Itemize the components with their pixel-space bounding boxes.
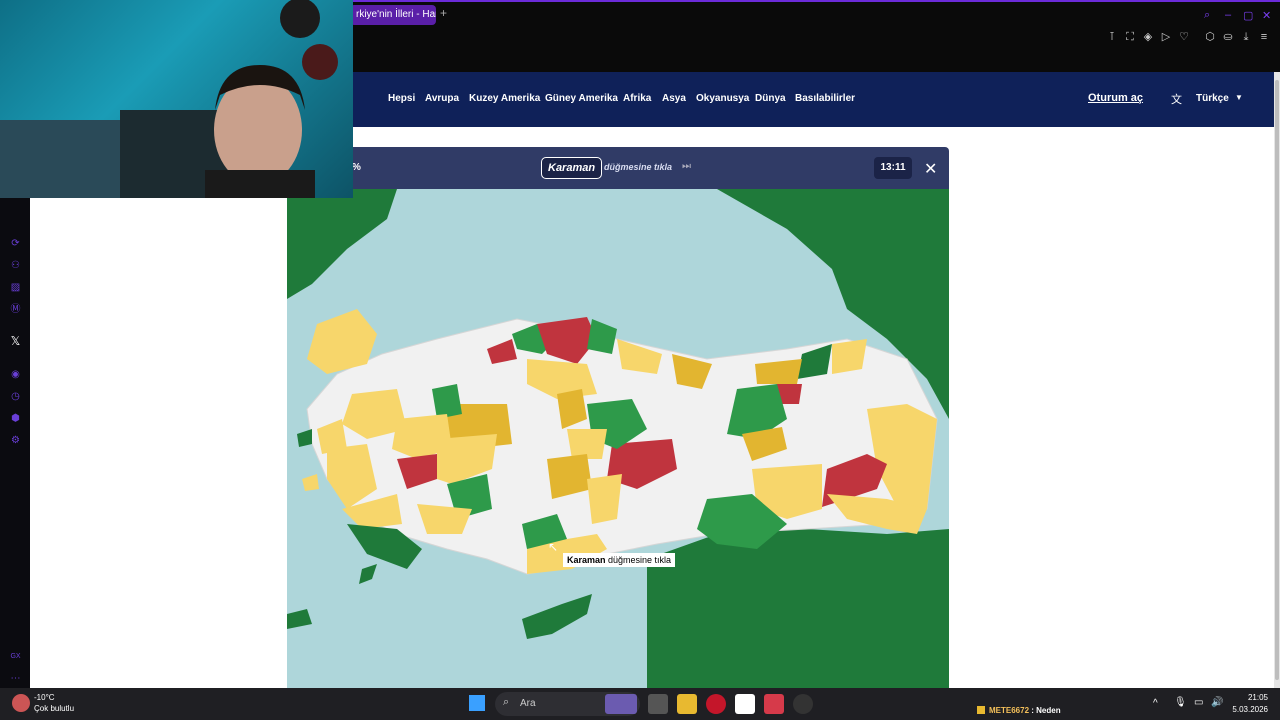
download-icon[interactable]: ⤓ bbox=[1240, 31, 1252, 43]
nav-item-europe[interactable]: Avrupa bbox=[425, 93, 459, 104]
sidebar-tiles-icon[interactable]: ▨ bbox=[9, 281, 22, 294]
nav-item-printables[interactable]: Basılabilirler bbox=[795, 93, 855, 104]
store-icon[interactable] bbox=[735, 694, 755, 714]
maximize-icon[interactable]: ▢ bbox=[1243, 9, 1253, 22]
cursor-icon: ↖ bbox=[548, 540, 559, 554]
minimize-icon[interactable]: – bbox=[1225, 9, 1231, 21]
chevron-down-icon[interactable]: ▼ bbox=[1235, 93, 1243, 102]
webcam-overlay bbox=[0, 0, 353, 198]
taskbar bbox=[0, 688, 1280, 720]
weather-temp[interactable]: -10°C bbox=[34, 693, 55, 702]
tooltip-text: düğmesine tıkla bbox=[605, 555, 672, 565]
weather-icon[interactable] bbox=[12, 694, 30, 712]
nav-item-africa[interactable]: Afrika bbox=[623, 93, 651, 104]
pin-icon[interactable]: ⊺ bbox=[1106, 31, 1118, 43]
notification-text: Neden bbox=[1036, 706, 1061, 715]
province-yellow-8 bbox=[587, 474, 622, 524]
translate-icon[interactable]: 文 bbox=[1171, 91, 1182, 107]
land-syria-iraq bbox=[647, 529, 949, 688]
play-icon[interactable]: ▷ bbox=[1160, 31, 1172, 43]
search-highlight-icon[interactable] bbox=[605, 694, 637, 714]
shirt bbox=[205, 170, 315, 198]
target-province: Karaman bbox=[541, 157, 603, 179]
extensions-icon[interactable]: ⬡ bbox=[1204, 31, 1216, 43]
webcam-scene bbox=[0, 0, 338, 198]
taskbar-date[interactable]: 5.03.2026 bbox=[1232, 705, 1268, 714]
nav-item-world[interactable]: Dünya bbox=[755, 93, 786, 104]
shield-icon[interactable]: ◈ bbox=[1142, 31, 1154, 43]
taskbar-search-label: Ara bbox=[520, 698, 536, 709]
start-icon[interactable] bbox=[469, 695, 485, 711]
opera-gx-icon[interactable] bbox=[706, 694, 726, 714]
weather-condition[interactable]: Çok bulutlu bbox=[34, 704, 74, 713]
nav-item-south-america[interactable]: Güney Amerika bbox=[545, 93, 618, 104]
taskbar-time[interactable]: 21:05 bbox=[1232, 693, 1268, 702]
sidebar-settings-icon[interactable]: ⚙ bbox=[9, 434, 22, 447]
app-red-icon[interactable] bbox=[764, 694, 784, 714]
nav-item-north-america[interactable]: Kuzey Amerika bbox=[469, 93, 540, 104]
province-yellow-2 bbox=[832, 339, 867, 374]
browser-accent-line bbox=[350, 0, 1280, 2]
sidebar-cube-icon[interactable]: ⬢ bbox=[9, 412, 22, 425]
map-tooltip: Karaman düğmesine tıkla bbox=[563, 553, 676, 567]
snapshot-icon[interactable]: ⛶ bbox=[1124, 31, 1136, 43]
heart-icon[interactable]: ♡ bbox=[1178, 31, 1190, 43]
quiz-prompt: düğmesine tıkla bbox=[604, 162, 673, 172]
sidebar-more-icon[interactable]: ⋯ bbox=[9, 672, 22, 685]
network-icon[interactable]: ▭ bbox=[1194, 697, 1203, 708]
skip-icon[interactable]: ⏭ bbox=[682, 161, 691, 172]
quiz-timer: 13:11 bbox=[874, 157, 912, 179]
file-explorer-icon[interactable] bbox=[677, 694, 697, 714]
search-icon: ⌕ bbox=[503, 696, 510, 708]
close-window-icon[interactable]: ✕ bbox=[1262, 9, 1271, 22]
nav-item-asia[interactable]: Asya bbox=[662, 93, 686, 104]
microphone-icon[interactable]: 🎙 bbox=[1174, 697, 1187, 708]
taskbar-notification[interactable]: METE6672 : Neden bbox=[989, 706, 1061, 715]
chevron-up-icon[interactable]: ^ bbox=[1153, 698, 1158, 709]
sidebar-history-icon[interactable]: ◷ bbox=[9, 390, 22, 403]
sidebar-gx-icon[interactable]: GX bbox=[9, 650, 22, 663]
wall-disc bbox=[302, 44, 338, 80]
sidebar-x-icon[interactable]: 𝕏 bbox=[9, 335, 22, 348]
turkey-provinces-map[interactable] bbox=[287, 189, 949, 688]
volume-icon[interactable]: 🔊 bbox=[1211, 697, 1223, 708]
task-view-icon[interactable] bbox=[648, 694, 668, 714]
notification-user: METE6672 bbox=[989, 706, 1030, 715]
sidebar-bot-icon[interactable]: ⚇ bbox=[9, 259, 22, 272]
menu-icon[interactable]: ≡ bbox=[1258, 31, 1270, 43]
browser-tab[interactable]: rkiye'nin İlleri - Harit bbox=[350, 5, 436, 25]
scrollbar-thumb[interactable] bbox=[1275, 80, 1279, 680]
nav-item-all[interactable]: Hepsi bbox=[388, 93, 415, 104]
close-quiz-icon[interactable]: ✕ bbox=[924, 159, 937, 179]
account-icon[interactable]: ⛀ bbox=[1222, 31, 1234, 43]
search-icon[interactable]: ⌕ bbox=[1204, 9, 1210, 22]
nav-item-oceania[interactable]: Okyanusya bbox=[696, 93, 749, 104]
score-percent: % bbox=[352, 162, 361, 173]
settings-app-icon[interactable] bbox=[793, 694, 813, 714]
sidebar-refresh-icon[interactable]: ⟳ bbox=[9, 237, 22, 250]
new-tab-button[interactable]: + bbox=[440, 6, 447, 20]
tooltip-target: Karaman bbox=[567, 555, 606, 565]
notification-icon bbox=[977, 706, 985, 714]
page-left-margin bbox=[30, 198, 287, 688]
province-green-7 bbox=[432, 384, 462, 419]
login-link[interactable]: Oturum aç bbox=[1088, 92, 1143, 104]
ceiling-lamp bbox=[280, 0, 320, 38]
couch bbox=[0, 120, 140, 198]
sidebar-player-icon[interactable]: ◉ bbox=[9, 368, 22, 381]
language-selector[interactable]: Türkçe bbox=[1196, 93, 1229, 104]
sidebar-m-icon[interactable]: Ⓜ bbox=[9, 303, 22, 316]
